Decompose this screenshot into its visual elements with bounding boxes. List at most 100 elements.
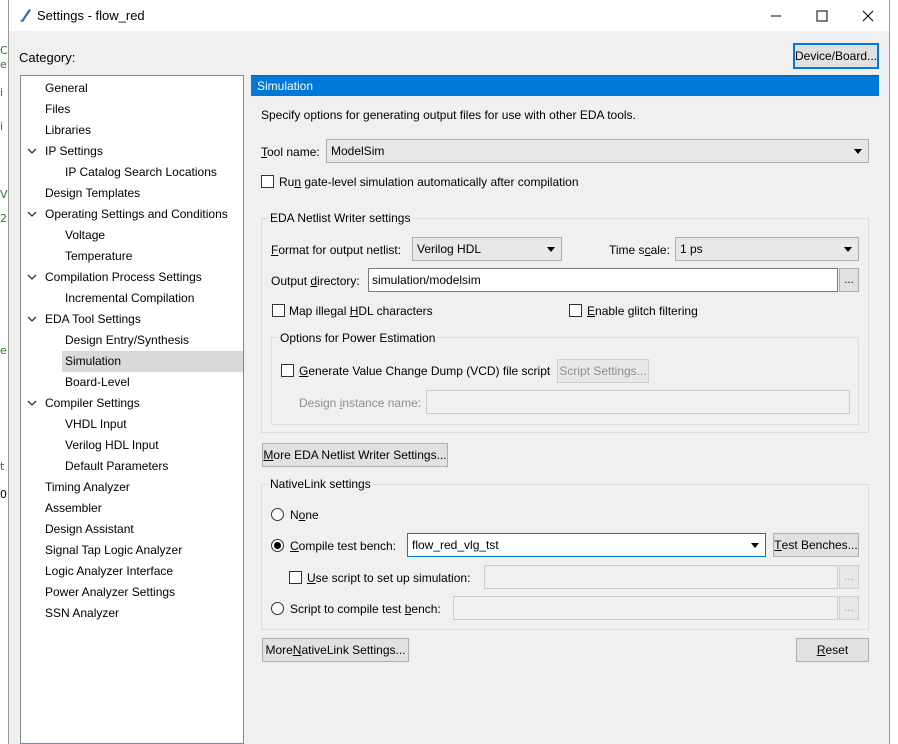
use-script-input[interactable] <box>484 565 838 589</box>
tree-item-design-entry-synthesis[interactable]: Design Entry/Synthesis <box>21 330 255 351</box>
tree-item-eda-tool-settings[interactable]: EDA Tool Settings <box>21 309 235 330</box>
tree-item-default-parameters[interactable]: Default Parameters <box>21 456 255 477</box>
time-scale-select[interactable]: 1 ps <box>675 237 859 261</box>
tree-item-label: Compilation Process Settings <box>45 270 202 284</box>
run-gate-level-checkbox[interactable] <box>261 175 274 188</box>
tree-item-ssn-analyzer[interactable]: SSN Analyzer <box>21 603 235 624</box>
chevron-down-icon[interactable] <box>27 209 37 219</box>
chevron-down-icon[interactable] <box>27 398 37 408</box>
background-editor-strip: CeiiV2et0 <box>0 0 8 744</box>
none-radio[interactable] <box>271 508 284 521</box>
title-bar: Settings - flow_red <box>9 0 889 31</box>
tree-item-label: Board-Level <box>65 375 130 389</box>
tree-item-operating-settings-and-conditions[interactable]: Operating Settings and Conditions <box>21 204 235 225</box>
use-script-checkbox[interactable] <box>289 571 302 584</box>
vcd-script-label: Generate Value Change Dump (VCD) file sc… <box>299 364 551 378</box>
tree-item-simulation[interactable]: Simulation <box>62 351 243 372</box>
tree-item-label: Default Parameters <box>65 459 169 473</box>
device-board-button[interactable]: Device/Board... <box>793 43 879 69</box>
maximize-icon <box>816 10 828 21</box>
compile-test-bench-label: Compile test bench: <box>290 539 397 553</box>
compile-test-bench-radio[interactable] <box>271 539 284 552</box>
tree-item-temperature[interactable]: Temperature <box>21 246 255 267</box>
reset-button[interactable]: Reset <box>796 638 869 662</box>
tree-item-board-level[interactable]: Board-Level <box>21 372 255 393</box>
quartus-app-icon <box>20 9 31 22</box>
tree-item-compiler-settings[interactable]: Compiler Settings <box>21 393 235 414</box>
tree-item-label: Verilog HDL Input <box>65 438 159 452</box>
tree-item-label: EDA Tool Settings <box>45 312 141 326</box>
script-compile-label: Script to compile test bench: <box>290 602 441 616</box>
tree-item-compilation-process-settings[interactable]: Compilation Process Settings <box>21 267 235 288</box>
script-compile-input[interactable] <box>453 596 838 620</box>
tree-item-assembler[interactable]: Assembler <box>21 498 235 519</box>
eda-netlist-group-title: EDA Netlist Writer settings <box>268 211 413 225</box>
script-compile-browse-button[interactable]: ... <box>839 596 859 620</box>
tree-item-ip-settings[interactable]: IP Settings <box>21 141 235 162</box>
tree-item-label: Design Entry/Synthesis <box>65 333 190 347</box>
output-directory-label: Output directory: <box>271 274 360 288</box>
tree-item-label: Compiler Settings <box>45 396 140 410</box>
tree-item-logic-analyzer-interface[interactable]: Logic Analyzer Interface <box>21 561 235 582</box>
tree-item-files[interactable]: Files <box>21 99 235 120</box>
chevron-down-icon <box>844 247 852 252</box>
tree-item-voltage[interactable]: Voltage <box>21 225 255 246</box>
minimize-button[interactable] <box>753 0 799 31</box>
script-compile-radio[interactable] <box>271 602 284 615</box>
compile-test-bench-select[interactable]: flow_red_vlg_tst <box>407 533 766 557</box>
nativelink-group-title: NativeLink settings <box>268 477 373 491</box>
tree-item-label: Files <box>45 102 71 116</box>
tree-item-label: Timing Analyzer <box>45 480 130 494</box>
use-script-browse-button[interactable]: ... <box>839 565 859 589</box>
tool-name-select[interactable]: ModelSim <box>326 139 869 163</box>
tree-item-label: Temperature <box>65 249 133 263</box>
tree-item-design-assistant[interactable]: Design Assistant <box>21 519 235 540</box>
tree-item-label: Power Analyzer Settings <box>45 585 176 599</box>
compile-test-bench-value: flow_red_vlg_tst <box>412 538 499 552</box>
tree-item-label: Simulation <box>65 354 122 368</box>
tree-item-power-analyzer-settings[interactable]: Power Analyzer Settings <box>21 582 235 603</box>
close-button[interactable] <box>845 0 891 31</box>
chevron-down-icon[interactable] <box>27 314 37 324</box>
more-eda-netlist-button[interactable]: More EDA Netlist Writer Settings... <box>262 443 448 467</box>
tree-item-label: VHDL Input <box>65 417 127 431</box>
glitch-filtering-checkbox[interactable] <box>569 304 582 317</box>
output-directory-input[interactable]: simulation/modelsim <box>368 268 838 292</box>
tree-item-libraries[interactable]: Libraries <box>21 120 235 141</box>
tool-name-label: Tool name: <box>261 145 320 159</box>
design-instance-label: Design instance name: <box>299 396 422 410</box>
tree-item-vhdl-input[interactable]: VHDL Input <box>21 414 255 435</box>
tree-item-verilog-hdl-input[interactable]: Verilog HDL Input <box>21 435 255 456</box>
tree-item-design-templates[interactable]: Design Templates <box>21 183 235 204</box>
format-value: Verilog HDL <box>417 242 482 256</box>
tree-item-timing-analyzer[interactable]: Timing Analyzer <box>21 477 235 498</box>
maximize-button[interactable] <box>799 0 845 31</box>
tree-item-label: Libraries <box>45 123 92 137</box>
use-script-label: Use script to set up simulation: <box>307 571 471 585</box>
minimize-icon <box>771 15 781 16</box>
map-illegal-hdl-checkbox[interactable] <box>272 304 285 317</box>
test-benches-button[interactable]: Test Benches... <box>773 533 859 557</box>
tree-item-ip-catalog-search-locations[interactable]: IP Catalog Search Locations <box>21 162 255 183</box>
tree-item-label: IP Settings <box>45 144 103 158</box>
vcd-script-checkbox[interactable] <box>281 364 294 377</box>
tree-item-incremental-compilation[interactable]: Incremental Compilation <box>21 288 255 309</box>
simulation-panel: Simulation Specify options for generatin… <box>251 75 879 744</box>
design-instance-input[interactable] <box>426 390 850 414</box>
tree-item-label: Design Assistant <box>45 522 134 536</box>
power-estimation-group-title: Options for Power Estimation <box>278 331 438 345</box>
tree-item-label: Logic Analyzer Interface <box>45 564 174 578</box>
format-select[interactable]: Verilog HDL <box>412 237 562 261</box>
format-label: Format for output netlist: <box>271 243 402 257</box>
tree-item-label: Assembler <box>45 501 102 515</box>
script-settings-button[interactable]: Script Settings... <box>557 359 649 383</box>
browse-directory-button[interactable]: ... <box>839 268 859 292</box>
tree-item-label: Design Templates <box>45 186 141 200</box>
chevron-down-icon[interactable] <box>27 272 37 282</box>
chevron-down-icon[interactable] <box>27 146 37 156</box>
tree-item-signal-tap-logic-analyzer[interactable]: Signal Tap Logic Analyzer <box>21 540 235 561</box>
tree-item-label: SSN Analyzer <box>45 606 120 620</box>
tree-item-general[interactable]: General <box>21 78 235 99</box>
category-tree[interactable]: General Files Libraries IP Settings IP Catal… <box>20 75 244 744</box>
more-nativelink-button[interactable]: More NativeLink Settings... <box>262 638 409 662</box>
